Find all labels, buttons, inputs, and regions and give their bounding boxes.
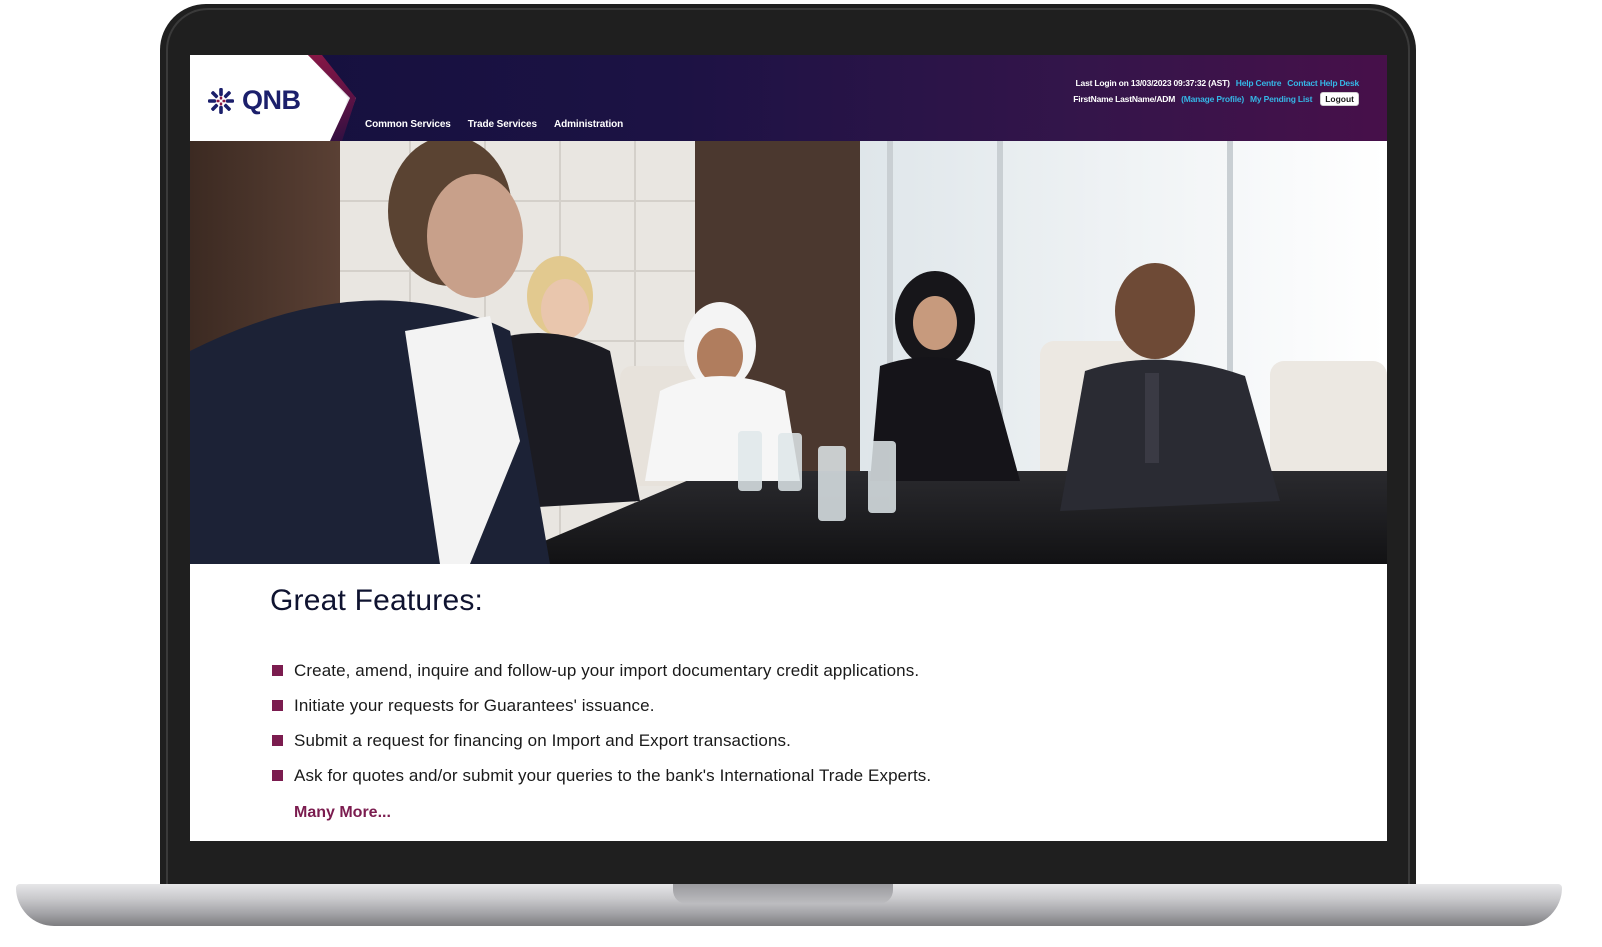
meeting-scene xyxy=(190,141,1387,564)
nav-common-services[interactable]: Common Services xyxy=(365,119,451,130)
logo[interactable]: QNB xyxy=(206,85,301,116)
last-login-text: Last Login on 13/03/2023 09:37:32 (AST) xyxy=(1075,78,1230,88)
feature-item: Create, amend, inquire and follow-up you… xyxy=(272,653,931,688)
user-panel-row-1: Last Login on 13/03/2023 09:37:32 (AST) … xyxy=(1073,75,1360,91)
hero-image xyxy=(190,141,1387,564)
feature-item: Initiate your requests for Guarantees' i… xyxy=(272,688,931,723)
many-more-link[interactable]: Many More... xyxy=(294,804,391,822)
logout-button[interactable]: Logout xyxy=(1320,92,1359,106)
nav-trade-services[interactable]: Trade Services xyxy=(468,119,537,130)
bullet-square-icon xyxy=(272,735,283,746)
features-title: Great Features: xyxy=(270,584,484,617)
feature-item: Submit a request for financing on Import… xyxy=(272,723,931,758)
feature-text: Create, amend, inquire and follow-up you… xyxy=(294,660,920,680)
features-list: Create, amend, inquire and follow-up you… xyxy=(272,653,931,793)
help-centre-link[interactable]: Help Centre xyxy=(1236,78,1282,88)
user-panel: Last Login on 13/03/2023 09:37:32 (AST) … xyxy=(1073,75,1359,107)
header: QNB Common Services Trade Services Admin… xyxy=(190,55,1387,141)
manage-profile-link[interactable]: (Manage Profile) xyxy=(1181,94,1244,104)
feature-text: Ask for quotes and/or submit your querie… xyxy=(294,765,932,785)
screen: QNB Common Services Trade Services Admin… xyxy=(190,55,1387,841)
pending-list-link[interactable]: My Pending List xyxy=(1250,94,1312,104)
feature-text: Submit a request for financing on Import… xyxy=(294,730,791,750)
user-name: FirstName LastName/ADM xyxy=(1073,94,1176,104)
logo-text: QNB xyxy=(242,85,301,115)
user-panel-row-2: FirstName LastName/ADM (Manage Profile) … xyxy=(1073,91,1359,107)
nav-administration[interactable]: Administration xyxy=(554,119,623,130)
qnb-snowflake-icon xyxy=(208,87,234,114)
features-section: Great Features: Create, amend, inquire a… xyxy=(190,564,1387,841)
bullet-square-icon xyxy=(272,770,283,781)
bullet-square-icon xyxy=(272,665,283,676)
contact-help-desk-link[interactable]: Contact Help Desk xyxy=(1287,78,1359,88)
main-nav: Common Services Trade Services Administr… xyxy=(365,119,623,130)
feature-item: Ask for quotes and/or submit your querie… xyxy=(272,758,931,793)
laptop-notch xyxy=(673,884,893,904)
bullet-square-icon xyxy=(272,700,283,711)
feature-text: Initiate your requests for Guarantees' i… xyxy=(294,695,655,715)
